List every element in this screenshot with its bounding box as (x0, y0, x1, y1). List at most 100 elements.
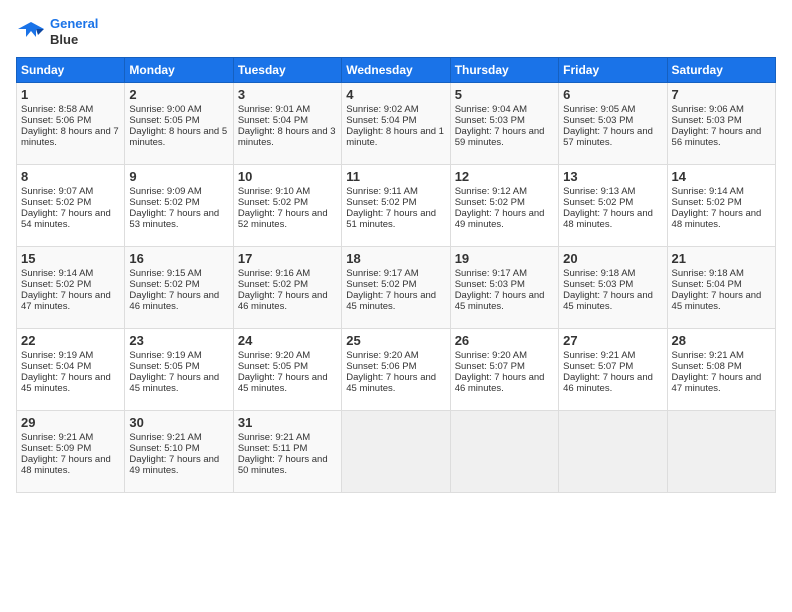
week-row-2: 8Sunrise: 9:07 AMSunset: 5:02 PMDaylight… (17, 165, 776, 247)
day-header-saturday: Saturday (667, 58, 775, 83)
calendar-cell: 15Sunrise: 9:14 AMSunset: 5:02 PMDayligh… (17, 247, 125, 329)
calendar-cell: 26Sunrise: 9:20 AMSunset: 5:07 PMDayligh… (450, 329, 558, 411)
day-number: 15 (21, 251, 120, 266)
calendar-body: 1Sunrise: 8:58 AMSunset: 5:06 PMDaylight… (17, 83, 776, 493)
sunset: Sunset: 5:02 PM (21, 197, 91, 208)
sunset: Sunset: 5:02 PM (346, 279, 416, 290)
sunset: Sunset: 5:03 PM (455, 279, 525, 290)
daylight: Daylight: 7 hours and 45 minutes. (346, 290, 436, 312)
week-row-1: 1Sunrise: 8:58 AMSunset: 5:06 PMDaylight… (17, 83, 776, 165)
sunset: Sunset: 5:07 PM (455, 361, 525, 372)
sunrise: Sunrise: 9:17 AM (455, 268, 527, 279)
sunset: Sunset: 5:04 PM (21, 361, 91, 372)
day-number: 23 (129, 333, 228, 348)
sunrise: Sunrise: 9:04 AM (455, 104, 527, 115)
daylight: Daylight: 7 hours and 45 minutes. (563, 290, 653, 312)
sunset: Sunset: 5:07 PM (563, 361, 633, 372)
calendar-cell: 17Sunrise: 9:16 AMSunset: 5:02 PMDayligh… (233, 247, 341, 329)
sunrise: Sunrise: 9:00 AM (129, 104, 201, 115)
calendar-cell: 5Sunrise: 9:04 AMSunset: 5:03 PMDaylight… (450, 83, 558, 165)
day-number: 31 (238, 415, 337, 430)
calendar-cell: 25Sunrise: 9:20 AMSunset: 5:06 PMDayligh… (342, 329, 450, 411)
daylight: Daylight: 8 hours and 7 minutes. (21, 126, 119, 148)
calendar-cell: 22Sunrise: 9:19 AMSunset: 5:04 PMDayligh… (17, 329, 125, 411)
sunset: Sunset: 5:06 PM (346, 361, 416, 372)
sunrise: Sunrise: 9:11 AM (346, 186, 418, 197)
day-number: 19 (455, 251, 554, 266)
daylight: Daylight: 7 hours and 45 minutes. (455, 290, 545, 312)
day-number: 13 (563, 169, 662, 184)
day-number: 11 (346, 169, 445, 184)
calendar-cell: 20Sunrise: 9:18 AMSunset: 5:03 PMDayligh… (559, 247, 667, 329)
sunset: Sunset: 5:03 PM (672, 115, 742, 126)
day-number: 22 (21, 333, 120, 348)
calendar-cell (450, 411, 558, 493)
sunrise: Sunrise: 9:21 AM (672, 350, 744, 361)
daylight: Daylight: 7 hours and 56 minutes. (672, 126, 762, 148)
sunrise: Sunrise: 9:10 AM (238, 186, 310, 197)
sunrise: Sunrise: 8:58 AM (21, 104, 93, 115)
calendar-cell (342, 411, 450, 493)
sunset: Sunset: 5:03 PM (563, 279, 633, 290)
day-number: 26 (455, 333, 554, 348)
day-number: 3 (238, 87, 337, 102)
day-number: 28 (672, 333, 771, 348)
calendar-cell: 12Sunrise: 9:12 AMSunset: 5:02 PMDayligh… (450, 165, 558, 247)
sunset: Sunset: 5:02 PM (129, 279, 199, 290)
daylight: Daylight: 7 hours and 46 minutes. (455, 372, 545, 394)
sunrise: Sunrise: 9:15 AM (129, 268, 201, 279)
day-number: 14 (672, 169, 771, 184)
sunset: Sunset: 5:02 PM (21, 279, 91, 290)
daylight: Daylight: 7 hours and 53 minutes. (129, 208, 219, 230)
sunrise: Sunrise: 9:20 AM (238, 350, 310, 361)
sunrise: Sunrise: 9:20 AM (346, 350, 418, 361)
sunset: Sunset: 5:02 PM (129, 197, 199, 208)
calendar-cell: 24Sunrise: 9:20 AMSunset: 5:05 PMDayligh… (233, 329, 341, 411)
logo-text: GeneralBlue (50, 16, 98, 47)
sunrise: Sunrise: 9:01 AM (238, 104, 310, 115)
sunrise: Sunrise: 9:09 AM (129, 186, 201, 197)
day-number: 29 (21, 415, 120, 430)
daylight: Daylight: 8 hours and 5 minutes. (129, 126, 227, 148)
sunrise: Sunrise: 9:16 AM (238, 268, 310, 279)
day-number: 9 (129, 169, 228, 184)
day-header-wednesday: Wednesday (342, 58, 450, 83)
sunrise: Sunrise: 9:21 AM (563, 350, 635, 361)
day-header-sunday: Sunday (17, 58, 125, 83)
sunrise: Sunrise: 9:17 AM (346, 268, 418, 279)
daylight: Daylight: 7 hours and 45 minutes. (346, 372, 436, 394)
calendar-cell: 11Sunrise: 9:11 AMSunset: 5:02 PMDayligh… (342, 165, 450, 247)
day-header-monday: Monday (125, 58, 233, 83)
calendar-cell (559, 411, 667, 493)
calendar-cell: 1Sunrise: 8:58 AMSunset: 5:06 PMDaylight… (17, 83, 125, 165)
day-number: 7 (672, 87, 771, 102)
calendar-table: SundayMondayTuesdayWednesdayThursdayFrid… (16, 57, 776, 493)
sunrise: Sunrise: 9:18 AM (563, 268, 635, 279)
daylight: Daylight: 7 hours and 49 minutes. (455, 208, 545, 230)
sunrise: Sunrise: 9:05 AM (563, 104, 635, 115)
daylight: Daylight: 7 hours and 52 minutes. (238, 208, 328, 230)
daylight: Daylight: 7 hours and 46 minutes. (238, 290, 328, 312)
day-header-friday: Friday (559, 58, 667, 83)
calendar-cell: 13Sunrise: 9:13 AMSunset: 5:02 PMDayligh… (559, 165, 667, 247)
day-number: 1 (21, 87, 120, 102)
sunset: Sunset: 5:02 PM (455, 197, 525, 208)
sunrise: Sunrise: 9:21 AM (129, 432, 201, 443)
daylight: Daylight: 7 hours and 51 minutes. (346, 208, 436, 230)
sunrise: Sunrise: 9:14 AM (21, 268, 93, 279)
logo-icon (16, 17, 46, 47)
sunrise: Sunrise: 9:13 AM (563, 186, 635, 197)
sunset: Sunset: 5:08 PM (672, 361, 742, 372)
calendar-cell: 29Sunrise: 9:21 AMSunset: 5:09 PMDayligh… (17, 411, 125, 493)
calendar-cell: 4Sunrise: 9:02 AMSunset: 5:04 PMDaylight… (342, 83, 450, 165)
daylight: Daylight: 7 hours and 45 minutes. (129, 372, 219, 394)
sunset: Sunset: 5:02 PM (238, 197, 308, 208)
calendar-cell: 18Sunrise: 9:17 AMSunset: 5:02 PMDayligh… (342, 247, 450, 329)
calendar-cell: 27Sunrise: 9:21 AMSunset: 5:07 PMDayligh… (559, 329, 667, 411)
calendar-cell: 2Sunrise: 9:00 AMSunset: 5:05 PMDaylight… (125, 83, 233, 165)
day-number: 21 (672, 251, 771, 266)
sunset: Sunset: 5:05 PM (129, 115, 199, 126)
day-header-tuesday: Tuesday (233, 58, 341, 83)
calendar-cell: 16Sunrise: 9:15 AMSunset: 5:02 PMDayligh… (125, 247, 233, 329)
header: GeneralBlue (16, 16, 776, 47)
